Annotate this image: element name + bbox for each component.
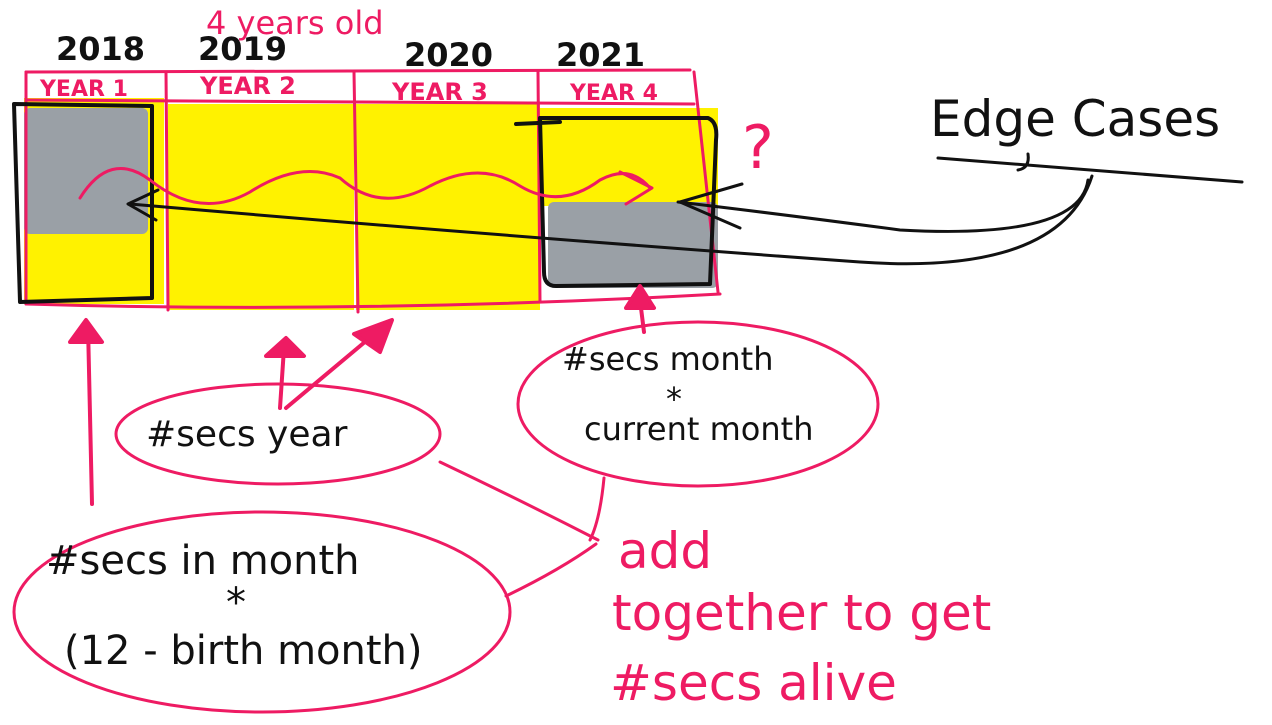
- summary-text: add together to get #secs alive: [610, 522, 991, 712]
- arrow-birth-year: [86, 324, 94, 506]
- year-2021: 2021: [556, 36, 645, 74]
- connector-from-secs-in-month: [504, 542, 598, 598]
- age-note: 4 years old: [206, 4, 384, 42]
- bubble-secs-in-month-star: *: [226, 580, 246, 626]
- arrow-birth-year-head: [68, 318, 104, 344]
- bubble-secs-in-month-line2: (12 - birth month): [64, 628, 423, 674]
- connector-from-secs-month: [588, 476, 606, 542]
- arrow-year2-head: [264, 336, 306, 358]
- bubble-secs-month-line2: current month: [584, 410, 813, 448]
- year-2-fill: [168, 104, 354, 310]
- edge-cases-underline-hook: [1016, 152, 1030, 172]
- year-3-fill: [356, 104, 540, 310]
- grid-col-3: [536, 70, 542, 304]
- current-year-box-tail: [514, 120, 562, 126]
- summary-line-3: #secs alive: [610, 654, 897, 712]
- arrow-year3: [284, 334, 374, 410]
- edge-cases-title: Edge Cases: [930, 90, 1220, 148]
- question-mark: ?: [742, 113, 774, 183]
- summary-line-1: add: [618, 522, 712, 580]
- year-2018: 2018: [56, 30, 145, 68]
- connector-from-secs-year: [438, 460, 600, 542]
- diagram-svg: 2018 2019 2020 2021 4 years old YEAR 1 Y…: [12, 4, 1244, 714]
- pointer-arrows: [68, 284, 656, 506]
- whiteboard-canvas: 2018 2019 2020 2021 4 years old YEAR 1 Y…: [0, 0, 1272, 725]
- summary-connectors: [438, 460, 606, 598]
- year-label-2: YEAR 2: [199, 72, 296, 100]
- bubble-secs-year-text: #secs year: [146, 414, 348, 455]
- summary-line-2: together to get: [612, 584, 991, 642]
- year-label-1: YEAR 1: [39, 77, 128, 102]
- bubble-secs-month-line1: #secs month: [562, 340, 773, 378]
- year-2020: 2020: [404, 36, 493, 74]
- year-label-4: YEAR 4: [569, 81, 658, 106]
- year-4-fill: [540, 108, 718, 206]
- edge-arrow-to-year4: [676, 178, 1090, 233]
- year-label-3: YEAR 3: [391, 78, 488, 106]
- bubble-secs-in-month-line1: #secs in month: [46, 538, 360, 584]
